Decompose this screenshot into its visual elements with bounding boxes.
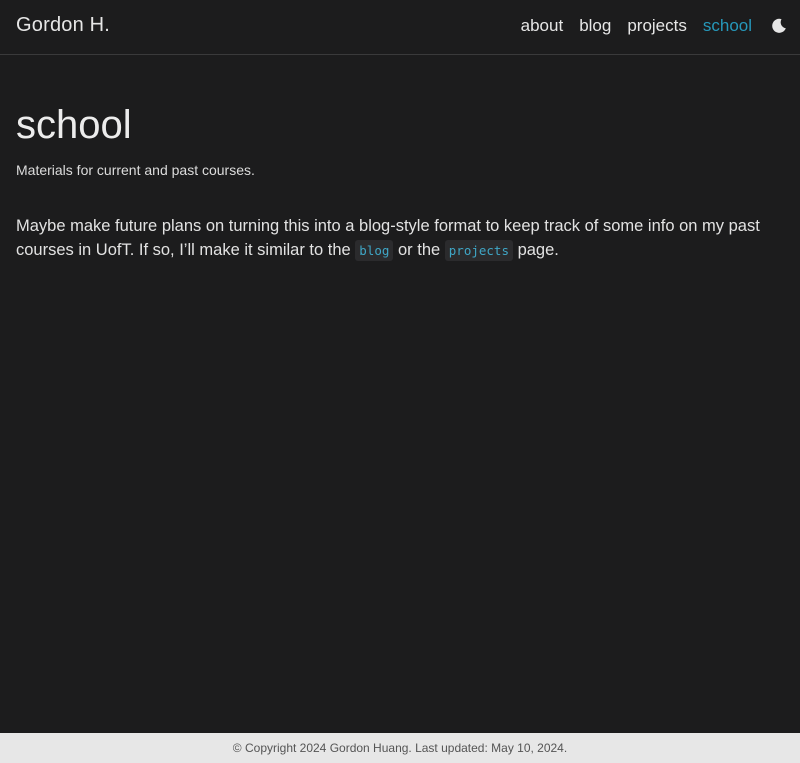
nav-item-about[interactable]: about: [521, 16, 564, 36]
nav-item-blog[interactable]: blog: [579, 16, 611, 36]
footer-copyright: © Copyright 2024 Gordon Huang. Last upda…: [232, 741, 568, 755]
intro-paragraph: Maybe make future plans on turning this …: [16, 214, 776, 263]
page-description: Materials for current and past courses.: [16, 162, 255, 178]
moon-icon[interactable]: [770, 17, 788, 35]
code-projects: projects: [444, 240, 513, 261]
nav-item-school[interactable]: school: [703, 16, 752, 36]
nav-item-projects[interactable]: projects: [627, 16, 687, 36]
footer: © Copyright 2024 Gordon Huang. Last upda…: [0, 733, 800, 763]
main-nav: about blog projects school: [505, 16, 788, 36]
page-title: school: [16, 103, 132, 147]
site-brand-link[interactable]: Gordon H.: [16, 14, 110, 37]
paragraph-text: or the: [393, 241, 445, 259]
navbar: Gordon H. about blog projects school: [0, 0, 800, 55]
code-blog: blog: [355, 240, 394, 261]
paragraph-text: page.: [512, 241, 559, 259]
